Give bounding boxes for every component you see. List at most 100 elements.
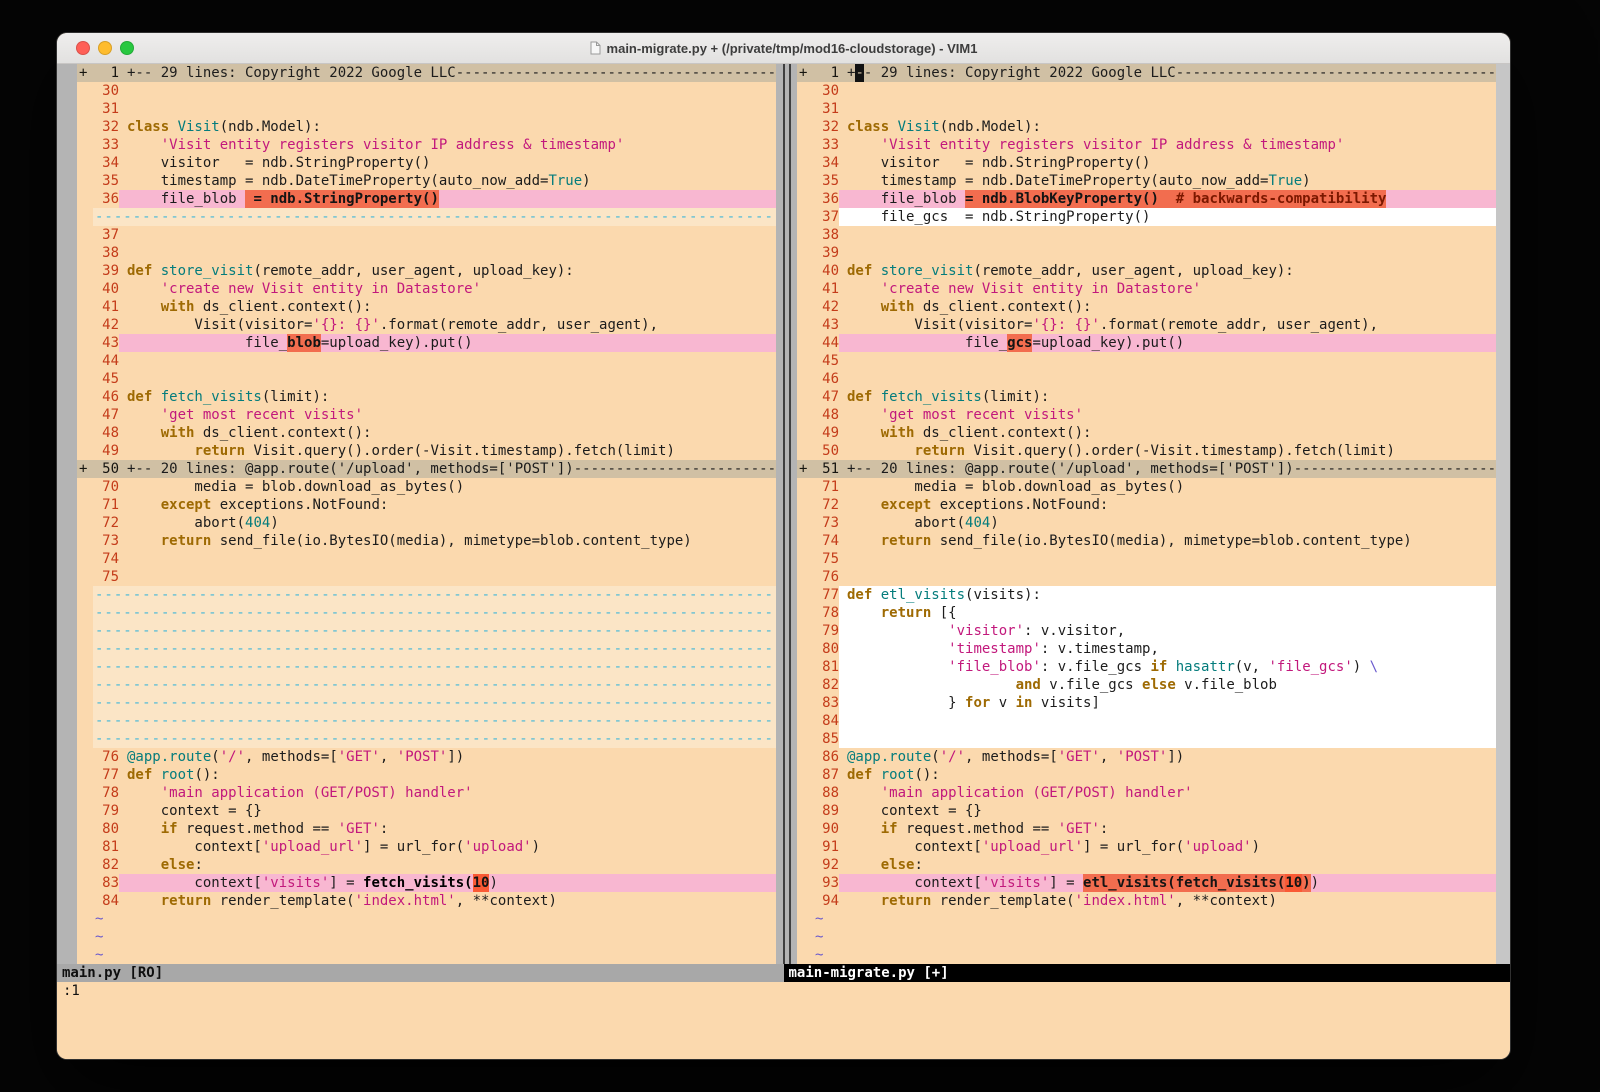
buffer-line[interactable]: 83 context['visits'] = fetch_visits(10) <box>77 874 776 892</box>
buffer-line[interactable]: +50+-- 20 lines: @app.route('/upload', m… <box>77 460 776 478</box>
buffer-line[interactable]: 45 <box>77 370 776 388</box>
buffer-line[interactable]: ----------------------------------------… <box>77 586 776 604</box>
buffer-line[interactable]: ----------------------------------------… <box>77 730 776 748</box>
buffer-line[interactable]: 37 file_gcs = ndb.StringProperty() <box>797 208 1496 226</box>
command-line[interactable]: :1 <box>57 982 1510 1002</box>
buffer-line[interactable]: 31 <box>797 100 1496 118</box>
buffer-line[interactable]: 76@app.route('/', methods=['GET', 'POST'… <box>77 748 776 766</box>
buffer-line[interactable]: 90 if request.method == 'GET': <box>797 820 1496 838</box>
buffer-line[interactable]: ----------------------------------------… <box>77 712 776 730</box>
buffer-line[interactable]: ~ <box>77 946 776 964</box>
buffer-line[interactable]: 48 with ds_client.context(): <box>77 424 776 442</box>
buffer-line[interactable]: 71 except exceptions.NotFound: <box>77 496 776 514</box>
statusline-left[interactable]: main.py [RO] <box>57 964 784 982</box>
buffer-line[interactable]: 40def store_visit(remote_addr, user_agen… <box>797 262 1496 280</box>
buffer-line[interactable]: 36 file_blob = ndb.BlobKeyProperty() # b… <box>797 190 1496 208</box>
buffer-line[interactable]: ----------------------------------------… <box>77 208 776 226</box>
buffer-line[interactable]: 42 with ds_client.context(): <box>797 298 1496 316</box>
buffer-line[interactable]: 73 abort(404) <box>797 514 1496 532</box>
buffer-line[interactable]: 88 'main application (GET/POST) handler' <box>797 784 1496 802</box>
buffer-line[interactable]: 40 'create new Visit entity in Datastore… <box>77 280 776 298</box>
buffer-line[interactable]: 38 <box>797 226 1496 244</box>
buffer-line[interactable]: ----------------------------------------… <box>77 604 776 622</box>
buffer-line[interactable]: 76 <box>797 568 1496 586</box>
buffer-line[interactable]: 87def root(): <box>797 766 1496 784</box>
buffer-line[interactable]: 34 visitor = ndb.StringProperty() <box>797 154 1496 172</box>
buffer-line[interactable]: 44 <box>77 352 776 370</box>
buffer-line[interactable]: 45 <box>797 352 1496 370</box>
buffer-line[interactable]: 78 'main application (GET/POST) handler' <box>77 784 776 802</box>
buffer-line[interactable]: 74 return send_file(io.BytesIO(media), m… <box>797 532 1496 550</box>
vertical-split-separator[interactable] <box>776 64 797 964</box>
buffer-line[interactable]: 42 Visit(visitor='{}: {}'.format(remote_… <box>77 316 776 334</box>
buffer-line[interactable]: 72 except exceptions.NotFound: <box>797 496 1496 514</box>
buffer-line[interactable]: ~ <box>77 928 776 946</box>
buffer-line[interactable]: 73 return send_file(io.BytesIO(media), m… <box>77 532 776 550</box>
buffer-line[interactable]: 32class Visit(ndb.Model): <box>797 118 1496 136</box>
buffer-line[interactable]: 47def fetch_visits(limit): <box>797 388 1496 406</box>
buffer-line[interactable]: 81 'file_blob': v.file_gcs if hasattr(v,… <box>797 658 1496 676</box>
buffer-line[interactable]: 74 <box>77 550 776 568</box>
buffer-line[interactable]: +1+-- 29 lines: Copyright 2022 Google LL… <box>797 64 1496 82</box>
buffer-line[interactable]: 79 context = {} <box>77 802 776 820</box>
buffer-line[interactable]: 75 <box>797 550 1496 568</box>
buffer-line[interactable]: 35 timestamp = ndb.DateTimeProperty(auto… <box>77 172 776 190</box>
right-scrollbar[interactable] <box>1496 64 1510 964</box>
buffer-line[interactable]: 41 with ds_client.context(): <box>77 298 776 316</box>
buffer-line[interactable]: 80 'timestamp': v.timestamp, <box>797 640 1496 658</box>
buffer-line[interactable]: 86@app.route('/', methods=['GET', 'POST'… <box>797 748 1496 766</box>
buffer-line[interactable]: 30 <box>797 82 1496 100</box>
buffer-line[interactable]: +51+-- 20 lines: @app.route('/upload', m… <box>797 460 1496 478</box>
buffer-line[interactable]: 70 media = blob.download_as_bytes() <box>77 478 776 496</box>
buffer-line[interactable]: 71 media = blob.download_as_bytes() <box>797 478 1496 496</box>
buffer-line[interactable]: ~ <box>77 910 776 928</box>
zoom-button[interactable] <box>120 41 134 55</box>
buffer-line[interactable]: 50 return Visit.query().order(-Visit.tim… <box>797 442 1496 460</box>
buffer-line[interactable]: 30 <box>77 82 776 100</box>
buffer-line[interactable]: 84 return render_template('index.html', … <box>77 892 776 910</box>
buffer-line[interactable]: 82 else: <box>77 856 776 874</box>
buffer-line[interactable]: 77def etl_visits(visits): <box>797 586 1496 604</box>
buffer-line[interactable]: ~ <box>797 928 1496 946</box>
buffer-line[interactable]: ----------------------------------------… <box>77 676 776 694</box>
buffer-line[interactable]: 32class Visit(ndb.Model): <box>77 118 776 136</box>
buffer-line[interactable]: 79 'visitor': v.visitor, <box>797 622 1496 640</box>
buffer-line[interactable]: 39def store_visit(remote_addr, user_agen… <box>77 262 776 280</box>
buffer-line[interactable]: 34 visitor = ndb.StringProperty() <box>77 154 776 172</box>
buffer-line[interactable]: 47 'get most recent visits' <box>77 406 776 424</box>
buffer-line[interactable]: 78 return [{ <box>797 604 1496 622</box>
minimize-button[interactable] <box>98 41 112 55</box>
buffer-line[interactable]: 75 <box>77 568 776 586</box>
buffer-line[interactable]: 48 'get most recent visits' <box>797 406 1496 424</box>
buffer-line[interactable]: 31 <box>77 100 776 118</box>
buffer-line[interactable]: 94 return render_template('index.html', … <box>797 892 1496 910</box>
left-scrollbar[interactable] <box>57 64 77 964</box>
buffer-line[interactable]: 84 <box>797 712 1496 730</box>
buffer-line[interactable]: 82 and v.file_gcs else v.file_blob <box>797 676 1496 694</box>
buffer-line[interactable]: 49 with ds_client.context(): <box>797 424 1496 442</box>
buffer-main-py[interactable]: +1+-- 29 lines: Copyright 2022 Google LL… <box>77 64 776 964</box>
buffer-line[interactable]: 43 file_blob=upload_key).put() <box>77 334 776 352</box>
buffer-line[interactable]: 91 context['upload_url'] = url_for('uplo… <box>797 838 1496 856</box>
buffer-line[interactable]: 33 'Visit entity registers visitor IP ad… <box>797 136 1496 154</box>
buffer-line[interactable]: 89 context = {} <box>797 802 1496 820</box>
buffer-line[interactable]: 44 file_gcs=upload_key).put() <box>797 334 1496 352</box>
buffer-line[interactable]: 92 else: <box>797 856 1496 874</box>
statusline-right[interactable]: main-migrate.py [+] <box>784 964 1511 982</box>
buffer-line[interactable]: 41 'create new Visit entity in Datastore… <box>797 280 1496 298</box>
buffer-line[interactable]: 43 Visit(visitor='{}: {}'.format(remote_… <box>797 316 1496 334</box>
buffer-line[interactable]: 77def root(): <box>77 766 776 784</box>
buffer-line[interactable]: 46def fetch_visits(limit): <box>77 388 776 406</box>
buffer-line[interactable]: 80 if request.method == 'GET': <box>77 820 776 838</box>
buffer-line[interactable]: +1+-- 29 lines: Copyright 2022 Google LL… <box>77 64 776 82</box>
buffer-line[interactable]: 83 } for v in visits] <box>797 694 1496 712</box>
buffer-line[interactable]: 81 context['upload_url'] = url_for('uplo… <box>77 838 776 856</box>
buffer-line[interactable]: 39 <box>797 244 1496 262</box>
buffer-line[interactable]: 93 context['visits'] = etl_visits(fetch_… <box>797 874 1496 892</box>
buffer-line[interactable]: 37 <box>77 226 776 244</box>
buffer-line[interactable]: 35 timestamp = ndb.DateTimeProperty(auto… <box>797 172 1496 190</box>
buffer-line[interactable]: ~ <box>797 910 1496 928</box>
buffer-line[interactable]: ----------------------------------------… <box>77 622 776 640</box>
buffer-line[interactable]: 46 <box>797 370 1496 388</box>
titlebar[interactable]: main-migrate.py + (/private/tmp/mod16-cl… <box>57 33 1510 64</box>
